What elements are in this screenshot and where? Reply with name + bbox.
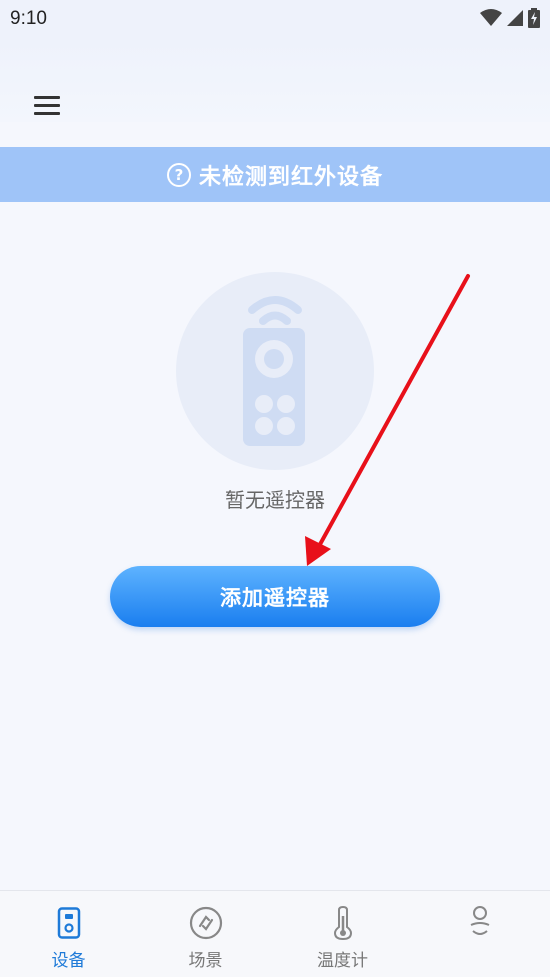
status-bar: 9:10 xyxy=(0,0,550,38)
tab-device[interactable]: 设备 xyxy=(0,891,137,977)
hamburger-menu-icon[interactable] xyxy=(30,90,68,120)
help-circle-icon: ? xyxy=(166,162,191,187)
cell-signal-icon xyxy=(507,10,523,26)
status-time: 9:10 xyxy=(10,8,47,29)
remote-control-icon xyxy=(243,296,305,446)
bottom-nav: 设备 场景 温度计 xyxy=(0,890,550,977)
scene-icon xyxy=(188,905,224,941)
add-remote-button[interactable]: 添加遥控器 xyxy=(110,566,440,627)
tab-scene[interactable]: 场景 xyxy=(137,891,274,977)
no-ir-device-banner[interactable]: ? 未检测到红外设备 xyxy=(0,147,550,202)
tab-profile[interactable] xyxy=(411,891,548,977)
empty-state-text: 暂无遥控器 xyxy=(225,488,325,512)
wifi-icon xyxy=(480,9,502,26)
tab-label: 设备 xyxy=(51,951,86,971)
tab-label: 场景 xyxy=(188,951,223,971)
thermometer-icon xyxy=(325,905,361,941)
tab-thermometer[interactable]: 温度计 xyxy=(274,891,411,977)
battery-charging-icon xyxy=(528,8,540,28)
banner-text: 未检测到红外设备 xyxy=(198,164,383,190)
empty-state-illustration xyxy=(176,272,374,470)
status-icons xyxy=(480,8,540,28)
tab-label: 温度计 xyxy=(317,951,368,971)
device-icon xyxy=(51,905,87,941)
app-bar xyxy=(0,38,550,122)
profile-icon xyxy=(462,905,498,941)
